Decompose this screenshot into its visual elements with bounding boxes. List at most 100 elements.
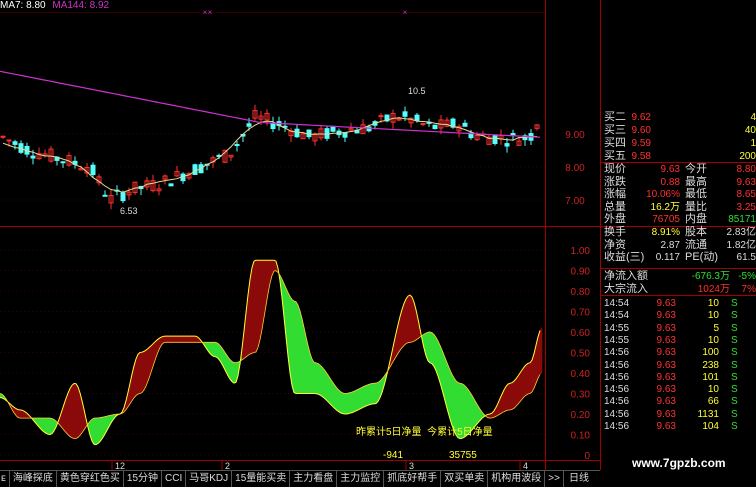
candle-body [120, 192, 126, 202]
candle-body [324, 128, 330, 139]
indicator-tab[interactable]: ᴇ [0, 471, 10, 487]
period-selector[interactable]: 日线 [566, 471, 600, 487]
quote-value: 61.5 [736, 252, 756, 264]
bid-label: 买四 [604, 137, 626, 149]
indicator-tab[interactable]: >> [545, 471, 564, 487]
quote-value: 3.25 [736, 201, 756, 213]
flow-value: -676.3万 [691, 271, 730, 282]
candle-body [492, 135, 498, 144]
indicator-caption: 昨累计5日净量 今累计5日净量 [356, 426, 493, 439]
tick-volume: 100 [702, 347, 719, 359]
tick-price: 9.63 [656, 408, 676, 420]
value-yesterday: -941 [383, 450, 404, 461]
tick-volume: 10 [707, 334, 719, 346]
tick-volume: 10 [707, 298, 719, 309]
quote-value: 2.83亿 [726, 227, 756, 238]
indicator-tabs: ᴇ 海峰探底 黄色穿红色买 15分钟 CCI 马哥KDJ 15量能买卖 主力看盘 主力监控 抓底好… [0, 471, 566, 487]
quote-label: 换手 [604, 226, 626, 238]
indicator-tick-label: 1.00 [571, 246, 591, 257]
tick-side: S [731, 298, 738, 309]
indicator-tab[interactable]: 马哥KDJ [186, 471, 233, 487]
bid-price: 9.62 [631, 112, 651, 123]
indicator-tick-label: 0.70 [571, 308, 591, 319]
candle-body [270, 122, 276, 130]
indicator-tab[interactable]: 海峰探底 [10, 471, 57, 487]
tick-time: 14:56 [604, 408, 630, 420]
candle-body [102, 194, 108, 197]
tick-side: S [731, 371, 738, 383]
tick-volume: 238 [702, 359, 719, 371]
quote-value: 8.80 [736, 164, 756, 175]
indicator-tick-label: 0.90 [571, 267, 591, 278]
candle-body [414, 114, 420, 121]
candle-body [192, 164, 198, 175]
bid-price: 9.59 [631, 138, 651, 149]
candle-body [330, 125, 336, 132]
quote-label: 总量 [604, 200, 626, 213]
period-label: 日线 [569, 473, 589, 484]
indicator-tab[interactable]: 双买单卖 [441, 471, 489, 487]
bid-price: 9.60 [631, 125, 651, 136]
indicator-tick-label: 0.40 [571, 369, 591, 380]
indicator-tab[interactable]: 15分钟 [124, 471, 163, 487]
quote-separator [601, 268, 756, 269]
ma7-label: MA7: 8.80 [0, 0, 46, 11]
tick-time: 14:54 [604, 310, 630, 322]
indicator-tab[interactable]: 主力看盘 [290, 471, 338, 487]
indicator-tab[interactable]: 黄色穿红色买 [57, 471, 124, 487]
tick-side: S [731, 408, 738, 420]
tick-volume: 101 [702, 371, 719, 383]
tick-time: 14:55 [604, 322, 630, 334]
candle-body [420, 123, 426, 126]
tick-side: S [731, 322, 738, 334]
candle-body [402, 111, 408, 117]
tick-price: 9.63 [656, 347, 676, 359]
event-marker: × [403, 8, 408, 17]
tick-volume: 104 [702, 421, 719, 432]
tick-price: 9.63 [656, 359, 676, 371]
indicator-tab[interactable]: CCI [162, 471, 187, 487]
quote-label: 净资 [604, 238, 626, 251]
indicator-tick-label: 0.50 [571, 349, 591, 360]
tick-price: 9.63 [656, 384, 676, 396]
candle-body [462, 122, 468, 127]
tick-time: 14:55 [604, 334, 630, 346]
tick-volume: 66 [707, 396, 719, 408]
tick-side: S [731, 384, 738, 396]
candle-body [294, 128, 300, 138]
candle-body [30, 155, 36, 159]
candle-body [246, 123, 252, 127]
tick-price: 9.63 [656, 298, 676, 309]
ma144-label: MA144: 8.92 [52, 0, 110, 11]
chart-canvas[interactable]: 9.00 8.00 7.00 1.00 0.90 0.80 0.70 0.60 0.50 0.4… [0, 0, 756, 487]
tick-side: S [731, 334, 738, 346]
quote-label: 内盘 [685, 213, 707, 226]
candle-body [378, 115, 384, 118]
bid-volume: 4 [750, 112, 756, 123]
flow-label: 净流入额 [604, 270, 648, 282]
candle-body [234, 144, 240, 147]
price-low-marker: 6.53 [120, 206, 138, 216]
quote-label: 最低 [685, 188, 707, 201]
quote-value: 9.63 [660, 164, 680, 175]
ribbon-segment [539, 327, 543, 376]
tick-volume: 10 [707, 310, 719, 322]
caption-yesterday: 昨累计5日净量 [356, 427, 422, 438]
indicator-tick-label: 0.60 [571, 328, 591, 339]
price-high-marker: 10.5 [408, 86, 426, 96]
quote-value: 8.65 [736, 189, 756, 201]
indicator-tab[interactable]: 主力监控 [337, 471, 385, 487]
quote-value: 8.91% [651, 227, 680, 238]
candle-body [60, 161, 66, 164]
indicator-tab[interactable]: 抓底好帮手 [384, 471, 442, 487]
indicator-tab[interactable]: 机构用波段 [488, 471, 546, 487]
tick-side: S [731, 347, 738, 359]
tick-price: 9.63 [656, 396, 676, 408]
indicator-tab[interactable]: 15量能买卖 [232, 471, 291, 487]
quote-label: 股本 [685, 226, 707, 238]
quote-label: 现价 [604, 163, 626, 175]
bid-label: 买二 [604, 111, 626, 123]
quote-value: 0.88 [660, 176, 680, 188]
quote-value: 9.63 [736, 176, 756, 188]
indicator-tick-label: 0.30 [571, 390, 591, 401]
